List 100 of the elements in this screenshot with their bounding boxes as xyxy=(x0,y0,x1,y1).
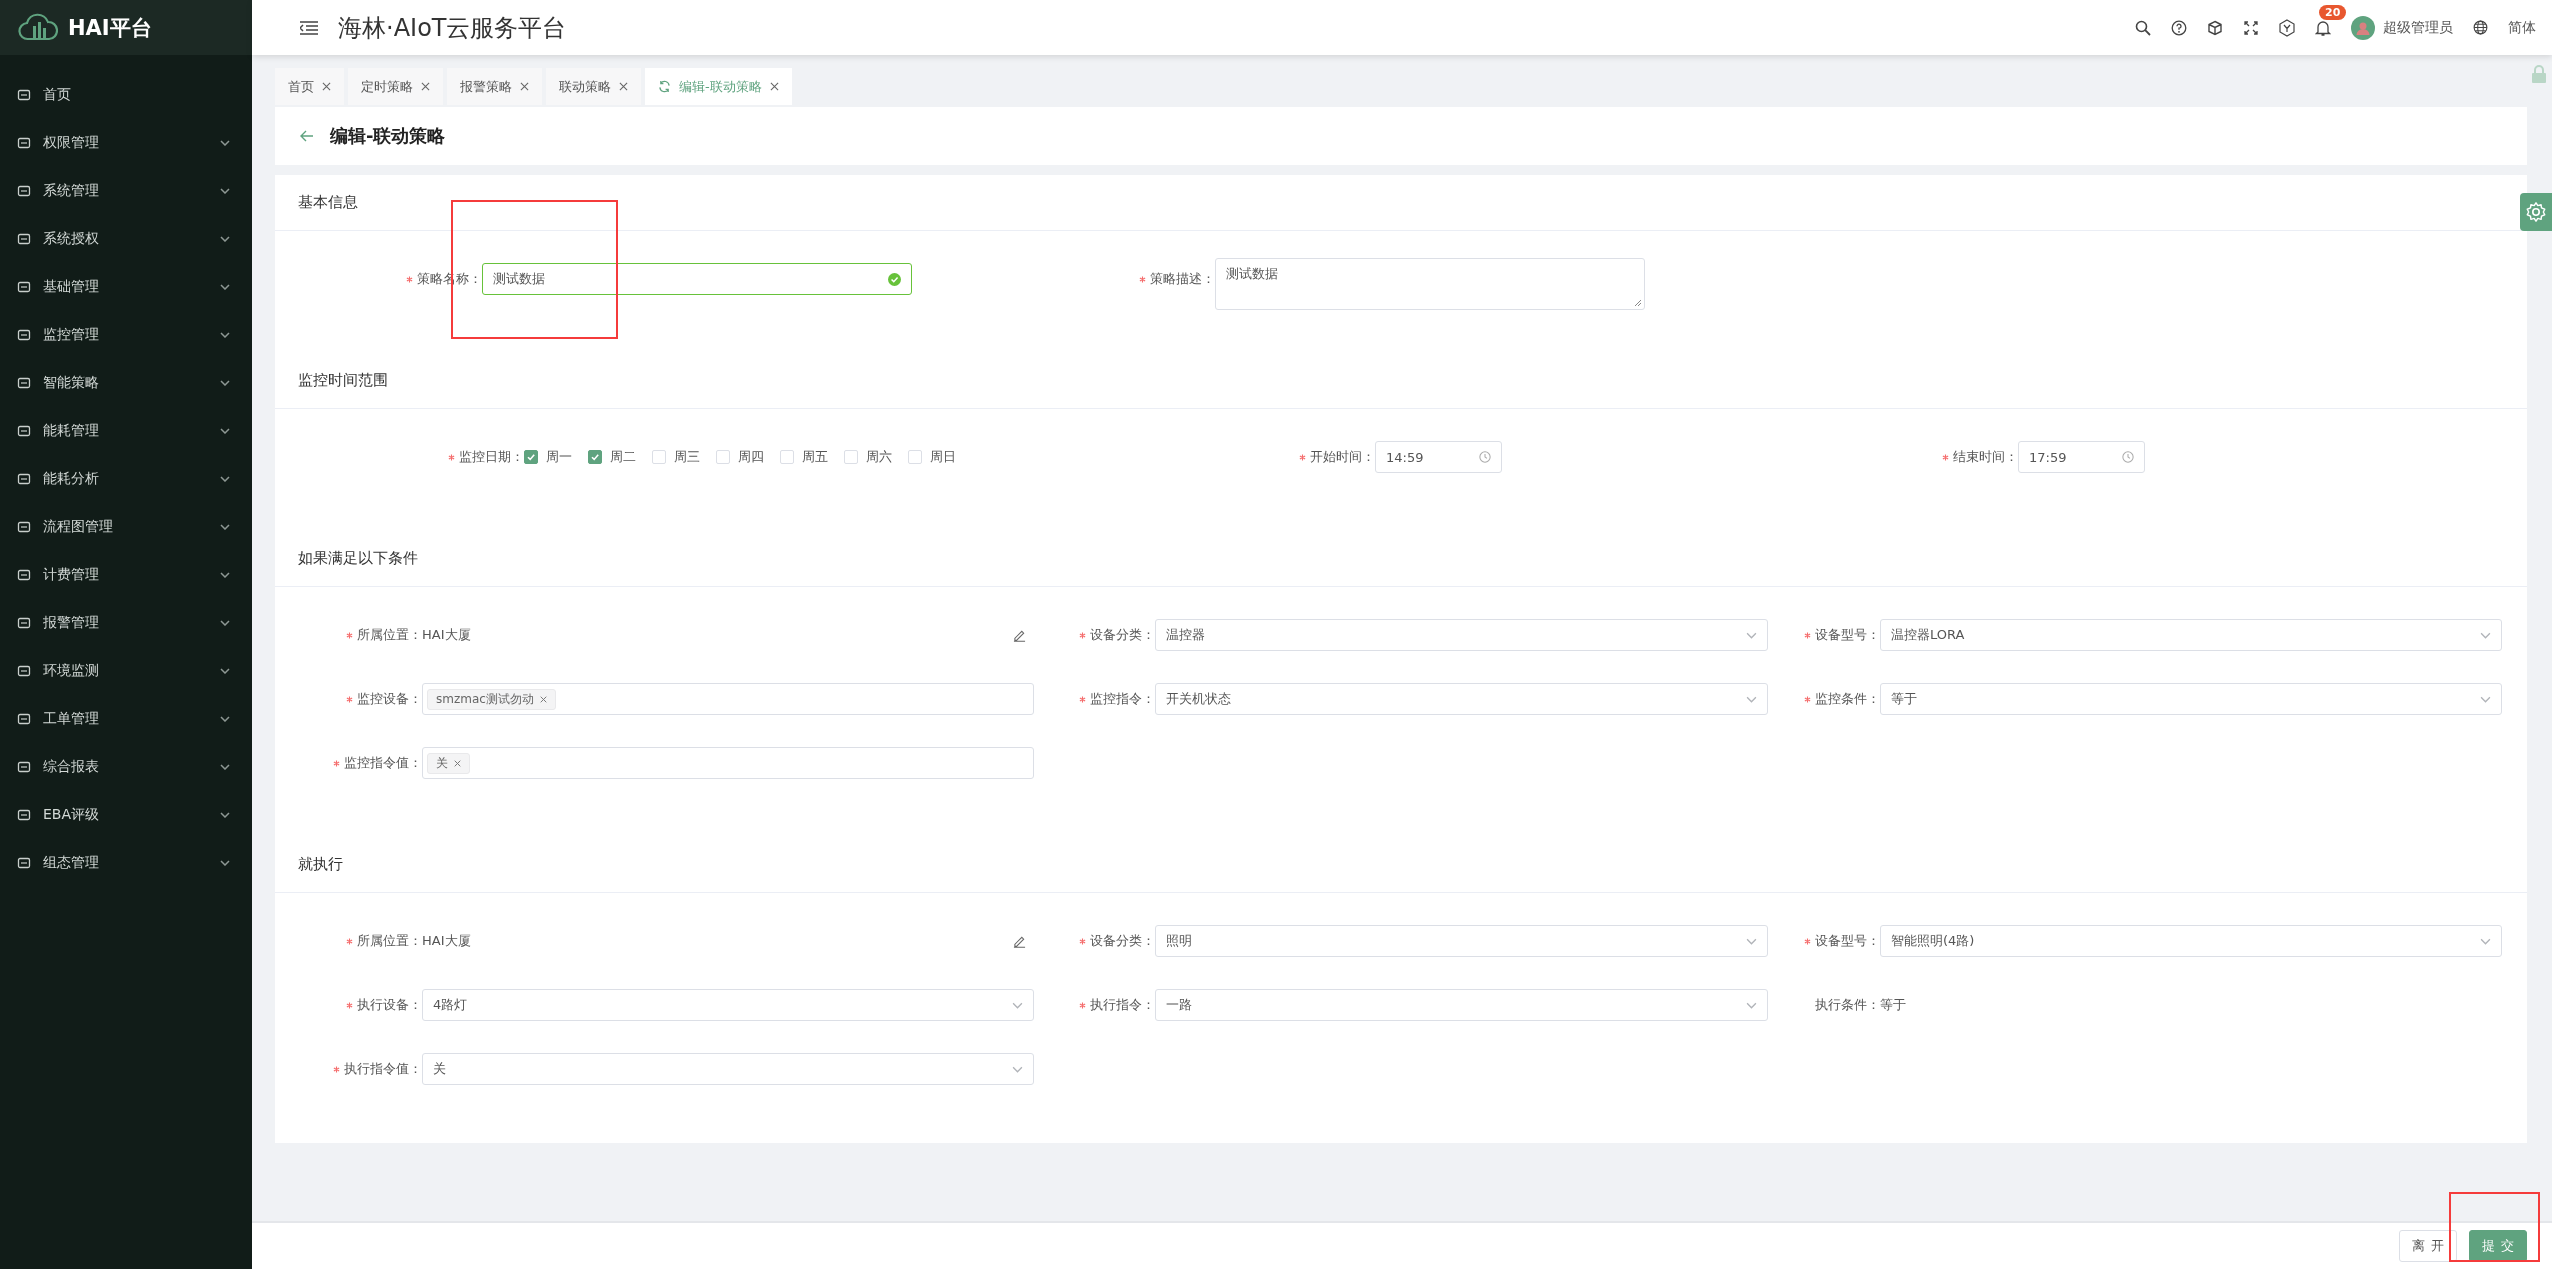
chevron-down-icon xyxy=(220,428,230,434)
multi-select-field[interactable]: 关 xyxy=(422,747,1034,779)
select-field[interactable]: 等于 xyxy=(1880,683,2502,715)
sidebar-item[interactable]: 基础管理 xyxy=(0,263,252,311)
sidebar-item[interactable]: 能耗分析 xyxy=(0,455,252,503)
language-label[interactable]: 简体 xyxy=(2508,18,2536,37)
field-label: 设备分类： xyxy=(1090,626,1155,644)
select-field[interactable]: 温控器 xyxy=(1155,619,1768,651)
field-label: 设备型号： xyxy=(1815,932,1880,950)
chevron-down-icon xyxy=(1746,937,1757,945)
page-title: 编辑-联动策略 xyxy=(330,124,446,148)
globe-icon[interactable] xyxy=(2473,20,2488,35)
settings-button[interactable] xyxy=(2520,193,2552,231)
sidebar-item[interactable]: 系统授权 xyxy=(0,215,252,263)
square-icon xyxy=(17,136,31,150)
tab[interactable]: 报警策略 xyxy=(447,68,542,105)
user-name[interactable]: 超级管理员 xyxy=(2383,18,2453,37)
clock-icon xyxy=(2122,451,2134,463)
square-icon xyxy=(17,760,31,774)
sidebar-item[interactable]: 组态管理 xyxy=(0,839,252,887)
weekday-checkbox[interactable]: 周一 xyxy=(524,448,572,466)
back-arrow-icon[interactable] xyxy=(300,130,314,142)
help-icon[interactable] xyxy=(2171,19,2187,36)
select-field[interactable]: 开关机状态 xyxy=(1155,683,1768,715)
chevron-down-icon xyxy=(1746,695,1757,703)
description-field[interactable]: 测试数据 xyxy=(1215,258,1645,310)
check-icon xyxy=(526,452,536,462)
sidebar-item[interactable]: 能耗管理 xyxy=(0,407,252,455)
field-label: 结束时间： xyxy=(1953,448,2018,466)
edit-icon[interactable] xyxy=(1013,628,1026,642)
chevron-down-icon xyxy=(1012,1001,1023,1009)
weekday-checkbox[interactable]: 周三 xyxy=(652,448,700,466)
sidebar-item[interactable]: 权限管理 xyxy=(0,119,252,167)
chevron-down-icon xyxy=(220,380,230,386)
chevron-down-icon xyxy=(220,236,230,242)
weekday-checkbox[interactable]: 周六 xyxy=(844,448,892,466)
chevron-down-icon xyxy=(220,860,230,866)
close-icon[interactable] xyxy=(421,82,430,91)
weekday-checkbox[interactable]: 周五 xyxy=(780,448,828,466)
select-field[interactable]: 4路灯 xyxy=(422,989,1034,1021)
fullscreen-icon[interactable] xyxy=(2243,19,2259,36)
sidebar-item[interactable]: 流程图管理 xyxy=(0,503,252,551)
chevron-down-icon xyxy=(2480,937,2491,945)
time-field[interactable]: 14:59 xyxy=(1375,441,1502,473)
close-icon[interactable] xyxy=(539,695,547,703)
weekday-checkbox[interactable]: 周四 xyxy=(716,448,764,466)
sidebar-item[interactable]: 工单管理 xyxy=(0,695,252,743)
select-field[interactable]: 关 xyxy=(422,1053,1034,1085)
square-icon xyxy=(17,712,31,726)
field-label: 监控设备： xyxy=(357,690,422,708)
hexagon-icon[interactable] xyxy=(2279,18,2295,37)
tab[interactable]: 定时策略 xyxy=(348,68,443,105)
sidebar-item[interactable]: 综合报表 xyxy=(0,743,252,791)
close-icon[interactable] xyxy=(454,759,461,767)
sidebar-item[interactable]: EBA评级 xyxy=(0,791,252,839)
close-icon[interactable] xyxy=(769,82,779,91)
square-icon xyxy=(17,88,31,102)
sidebar-item[interactable]: 报警管理 xyxy=(0,599,252,647)
multi-select-field[interactable]: smzmac测试勿动 xyxy=(422,683,1034,715)
square-icon xyxy=(17,184,31,198)
square-icon xyxy=(17,520,31,534)
refresh-icon xyxy=(658,80,671,93)
close-icon[interactable] xyxy=(619,82,628,91)
field-label: 设备分类： xyxy=(1090,932,1155,950)
sidebar-item[interactable]: 智能策略 xyxy=(0,359,252,407)
square-icon xyxy=(17,664,31,678)
gear-icon xyxy=(2525,201,2547,223)
square-icon xyxy=(17,856,31,870)
close-icon[interactable] xyxy=(322,82,331,91)
select-field[interactable]: 照明 xyxy=(1155,925,1768,957)
close-icon[interactable] xyxy=(520,82,529,91)
menu-fold-icon[interactable] xyxy=(300,20,318,35)
select-field[interactable]: 一路 xyxy=(1155,989,1768,1021)
sidebar-item[interactable]: 计费管理 xyxy=(0,551,252,599)
avatar-icon[interactable] xyxy=(2351,15,2375,40)
time-field[interactable]: 17:59 xyxy=(2018,441,2145,473)
name-field[interactable]: 测试数据 xyxy=(482,263,912,295)
weekday-checkbox[interactable]: 周二 xyxy=(588,448,636,466)
edit-icon[interactable] xyxy=(1013,934,1026,948)
field-label: 监控日期： xyxy=(459,448,524,466)
sidebar-item[interactable]: 首页 xyxy=(0,71,252,119)
sidebar-item[interactable]: 监控管理 xyxy=(0,311,252,359)
search-icon[interactable] xyxy=(2135,19,2151,36)
weekday-checkbox[interactable]: 周日 xyxy=(908,448,956,466)
chevron-down-icon xyxy=(220,140,230,146)
selected-tag[interactable]: smzmac测试勿动 xyxy=(427,688,556,710)
selected-tag[interactable]: 关 xyxy=(427,752,470,774)
select-field[interactable]: 智能照明(4路) xyxy=(1880,925,2502,957)
resize-grip-icon xyxy=(1634,299,1642,307)
chevron-down-icon xyxy=(2480,631,2491,639)
field-label: 设备型号： xyxy=(1815,626,1880,644)
cube-icon[interactable] xyxy=(2207,19,2223,36)
sidebar-item[interactable]: 环境监测 xyxy=(0,647,252,695)
chevron-down-icon xyxy=(220,188,230,194)
tab[interactable]: 联动策略 xyxy=(546,68,641,105)
select-field[interactable]: 温控器LORA xyxy=(1880,619,2502,651)
sidebar-item[interactable]: 系统管理 xyxy=(0,167,252,215)
leave-button[interactable]: 离开 xyxy=(2399,1230,2457,1262)
tab[interactable]: 首页 xyxy=(275,68,344,105)
bell-icon[interactable] xyxy=(2315,18,2331,37)
